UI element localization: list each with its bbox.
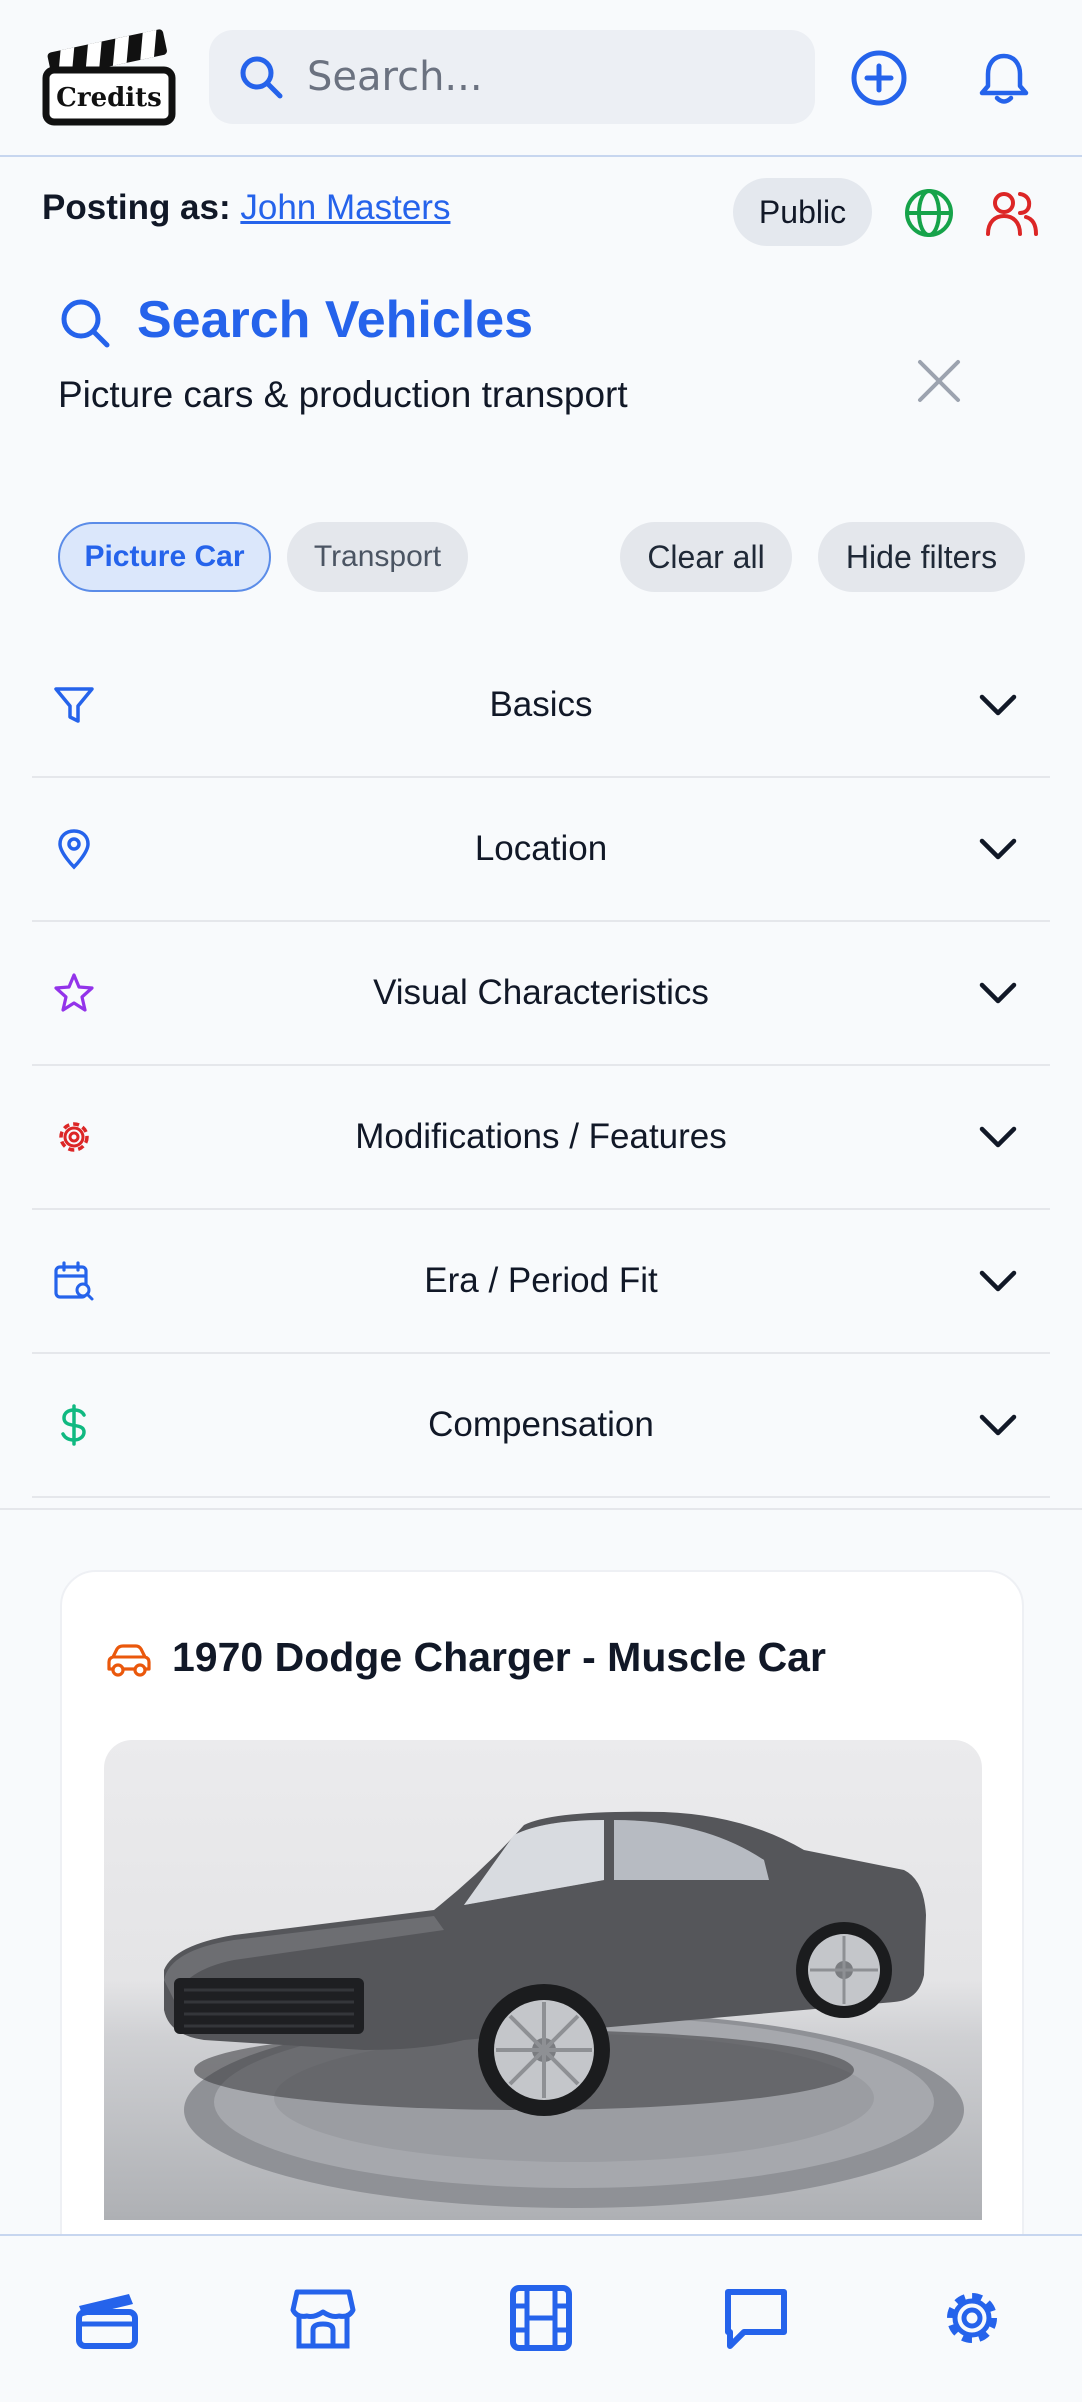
notifications-button[interactable]	[970, 44, 1038, 112]
add-button[interactable]	[845, 44, 913, 112]
search-vehicles-title: Search Vehicles	[137, 291, 534, 349]
store-icon[interactable]	[289, 2284, 357, 2352]
car-image	[164, 1811, 964, 2208]
credits-logo[interactable]: Credits	[40, 22, 178, 126]
section-compensation[interactable]: Compensation	[32, 1354, 1050, 1498]
search-icon	[240, 56, 283, 99]
bell-icon	[979, 53, 1029, 104]
clapperboard-icon[interactable]	[73, 2284, 141, 2352]
section-label: Location	[474, 829, 608, 868]
close-icon[interactable]	[912, 354, 966, 408]
chip-transport[interactable]: Transport	[287, 522, 468, 592]
posting-as: Posting as: John Masters	[42, 188, 450, 228]
posting-label: Posting as:	[42, 188, 231, 227]
add-circle-icon	[851, 50, 907, 106]
chat-icon[interactable]	[722, 2284, 790, 2352]
chevron-down-icon	[979, 838, 1017, 860]
section-label: Compensation	[428, 1405, 654, 1444]
section-modifications-features[interactable]: Modifications / Features	[32, 1066, 1050, 1210]
section-label: Basics	[489, 685, 593, 724]
bottom-nav	[0, 2234, 1082, 2402]
search-input[interactable]	[307, 54, 787, 100]
chevron-down-icon	[979, 694, 1017, 716]
search-vehicles-icon	[61, 299, 110, 348]
svg-text:Credits: Credits	[56, 83, 162, 113]
top-bar: Credits	[0, 0, 1082, 157]
car-icon	[107, 1644, 151, 1677]
section-location[interactable]: Location	[32, 778, 1050, 922]
section-basics[interactable]: Basics	[32, 634, 1050, 778]
divider	[0, 1508, 1082, 1510]
chip-picture-car[interactable]: Picture Car	[58, 522, 271, 592]
clear-all-button[interactable]: Clear all	[620, 522, 792, 592]
film-icon[interactable]	[507, 2284, 575, 2352]
section-label: Visual Characteristics	[373, 973, 709, 1012]
vehicle-photo[interactable]	[104, 1740, 982, 2220]
section-label: Modifications / Features	[355, 1117, 727, 1156]
visibility-pill[interactable]: Public	[733, 178, 872, 246]
search-bar[interactable]	[209, 30, 815, 124]
settings-icon[interactable]	[938, 2284, 1006, 2352]
posting-user-link[interactable]: John Masters	[240, 188, 450, 227]
chevron-down-icon	[979, 1270, 1017, 1292]
users-icon[interactable]	[984, 186, 1040, 240]
hide-filters-button[interactable]: Hide filters	[818, 522, 1025, 592]
section-visual-characteristics[interactable]: Visual Characteristics	[32, 922, 1050, 1066]
chevron-down-icon	[979, 1414, 1017, 1436]
section-label: Era / Period Fit	[424, 1261, 658, 1300]
chevron-down-icon	[979, 1126, 1017, 1148]
vehicle-title: 1970 Dodge Charger - Muscle Car	[172, 1634, 826, 1680]
chevron-down-icon	[979, 982, 1017, 1004]
search-vehicles-subtitle: Picture cars & production transport	[58, 374, 628, 415]
section-era-period-fit[interactable]: Era / Period Fit	[32, 1210, 1050, 1354]
globe-icon[interactable]	[902, 186, 956, 240]
